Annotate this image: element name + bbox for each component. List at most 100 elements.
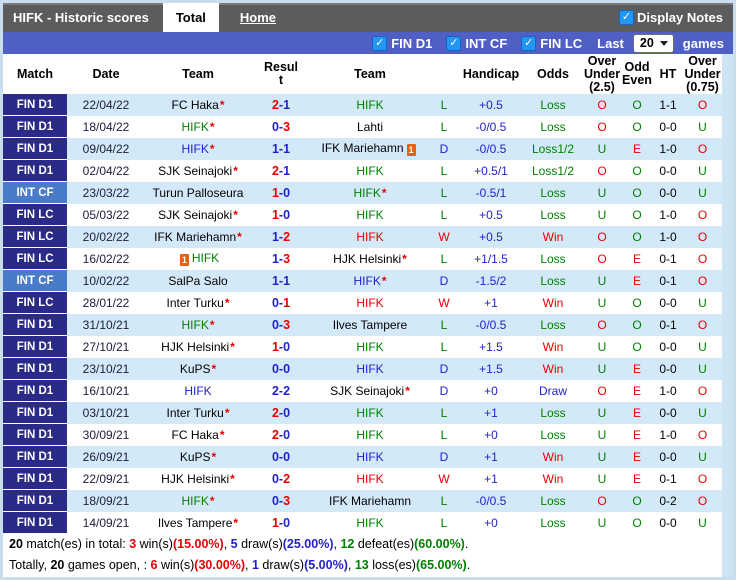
handicap-value: +1 [459, 291, 523, 314]
footer-segment: 13 [354, 558, 369, 572]
odds-result: Loss1/2 [523, 159, 583, 182]
score-away: 0 [283, 339, 291, 354]
halftime-score: 0-0 [653, 115, 683, 138]
match-date: 05/03/22 [67, 203, 145, 226]
home-marker-star: * [230, 339, 235, 354]
team-name: SJK Seinajoki [330, 383, 405, 398]
team-cell: Ilves Tampere [311, 313, 429, 336]
halftime-score: 0-0 [653, 291, 683, 314]
team-cell: HIFK [311, 335, 429, 358]
title-bar: HIFK - Historic scores Total Home ✓ Disp… [3, 3, 733, 32]
result-letter: W [429, 225, 459, 248]
table-row: FIN D1 27/10/21 HJK Helsinki* 1-0 HIFK L +1.5 W… [3, 335, 722, 358]
team-cell: HIFK* [311, 181, 429, 204]
display-notes-checkbox[interactable]: ✓ [619, 10, 635, 25]
handicap-value: -0/0.5 [459, 489, 523, 512]
team-cell: HIFK [311, 203, 429, 226]
team-cell: FC Haka* [145, 423, 251, 446]
over-under-075: O [683, 247, 722, 270]
over-under-25: O [583, 313, 621, 336]
match-date: 09/04/22 [67, 137, 145, 160]
odd-even: E [621, 445, 653, 468]
footer-segment: , [245, 558, 252, 572]
match-date: 23/03/22 [67, 181, 145, 204]
content-area: Match Date Team Result Team Handicap Odd… [3, 54, 733, 577]
team-name: Lahti [356, 119, 384, 134]
table-header: Match Date Team Result Team Handicap Odd… [3, 54, 722, 94]
fin-lc-checkbox[interactable]: ✓ [521, 35, 537, 51]
home-marker-star: * [230, 471, 235, 486]
home-marker-star: * [224, 405, 230, 420]
odd-even: O [621, 203, 653, 226]
team-cell: HIFK [311, 94, 429, 116]
team-cell: FC Haka* [145, 94, 251, 116]
score-home: 1 [271, 339, 279, 354]
result-letter: L [429, 401, 459, 424]
result-letter: L [429, 115, 459, 138]
halftime-score: 0-1 [653, 313, 683, 336]
team-name: HIFK [353, 185, 381, 200]
over-under-075: O [683, 225, 722, 248]
team-cell: SJK Seinajoki* [145, 159, 251, 182]
team-name: Inter Turku [166, 405, 224, 420]
league-badge: FIN D1 [3, 445, 67, 468]
odd-even: O [621, 313, 653, 336]
team-cell: SalPa Salo [145, 269, 251, 292]
over-under-075: U [683, 159, 722, 182]
result-letter: L [429, 313, 459, 336]
team-name: HIFK [181, 141, 209, 156]
score-home: 1 [271, 251, 279, 266]
match-date: 18/04/22 [67, 115, 145, 138]
odds-result: Loss [523, 269, 583, 292]
league-badge: INT CF [3, 181, 67, 204]
odd-even: E [621, 247, 653, 270]
table-row: FIN LC 20/02/22 IFK Mariehamn* 1-2 HIFK W +0.5… [3, 225, 722, 248]
filter-int-cf: ✓ INT CF [446, 35, 507, 51]
result-letter: D [429, 269, 459, 292]
score-away: 0 [283, 207, 291, 222]
team-name: HJK Helsinki [161, 471, 230, 486]
over-under-075: U [683, 291, 722, 314]
footer-segment: (15.00%) [172, 537, 224, 551]
table-row: FIN D1 14/09/21 Ilves Tampere* 1-0 HIFK L +0 Lo… [3, 511, 722, 534]
score-cell: 0-3 [251, 313, 311, 336]
team-name: HIFK [181, 317, 209, 332]
team-cell: SJK Seinajoki* [311, 379, 429, 402]
halftime-score: 0-0 [653, 511, 683, 534]
score-away: 0 [283, 515, 291, 530]
score-cell: 1-3 [251, 247, 311, 270]
score-away: 3 [283, 317, 291, 332]
result-letter: L [429, 181, 459, 204]
team-cell: HIFK [311, 291, 429, 314]
match-date: 30/09/21 [67, 423, 145, 446]
team-cell: HIFK [145, 379, 251, 402]
team-cell: Inter Turku* [145, 291, 251, 314]
fin-d1-checkbox[interactable]: ✓ [372, 35, 388, 51]
odds-result: Draw [523, 379, 583, 402]
halftime-score: 1-0 [653, 225, 683, 248]
footer-segment: defeat(es) [354, 537, 415, 551]
home-marker-star: * [381, 273, 387, 288]
score-cell: 1-1 [251, 269, 311, 292]
home-marker-star: * [219, 97, 225, 112]
handicap-value: +0 [459, 511, 523, 534]
team-cell: HJK Helsinki* [311, 247, 429, 270]
odds-result: Win [523, 445, 583, 468]
team-cell: HIFK [311, 423, 429, 446]
over-under-25: U [583, 357, 621, 380]
league-badge: FIN D1 [3, 115, 67, 138]
tab-total[interactable]: Total [162, 3, 219, 32]
int-cf-checkbox[interactable]: ✓ [446, 35, 462, 51]
footer-segment: . [466, 558, 471, 572]
halftime-score: 0-1 [653, 247, 683, 270]
tab-home[interactable]: Home [227, 3, 289, 32]
table-row: FIN D1 18/09/21 HIFK* 0-3 IFK Mariehamn L -0/0… [3, 489, 722, 512]
team-cell: HIFK* [145, 115, 251, 138]
last-games-select[interactable]: 20 [632, 33, 674, 53]
match-date: 03/10/21 [67, 401, 145, 424]
odd-even: O [621, 94, 653, 116]
over-under-075: O [683, 489, 722, 512]
table-row: INT CF 10/02/22 SalPa Salo 1-1 HIFK* D -1.5/2 L… [3, 269, 722, 292]
table-row: INT CF 23/03/22 Turun Palloseura 1-0 HIFK* L -… [3, 181, 722, 204]
halftime-score: 0-1 [653, 269, 683, 292]
